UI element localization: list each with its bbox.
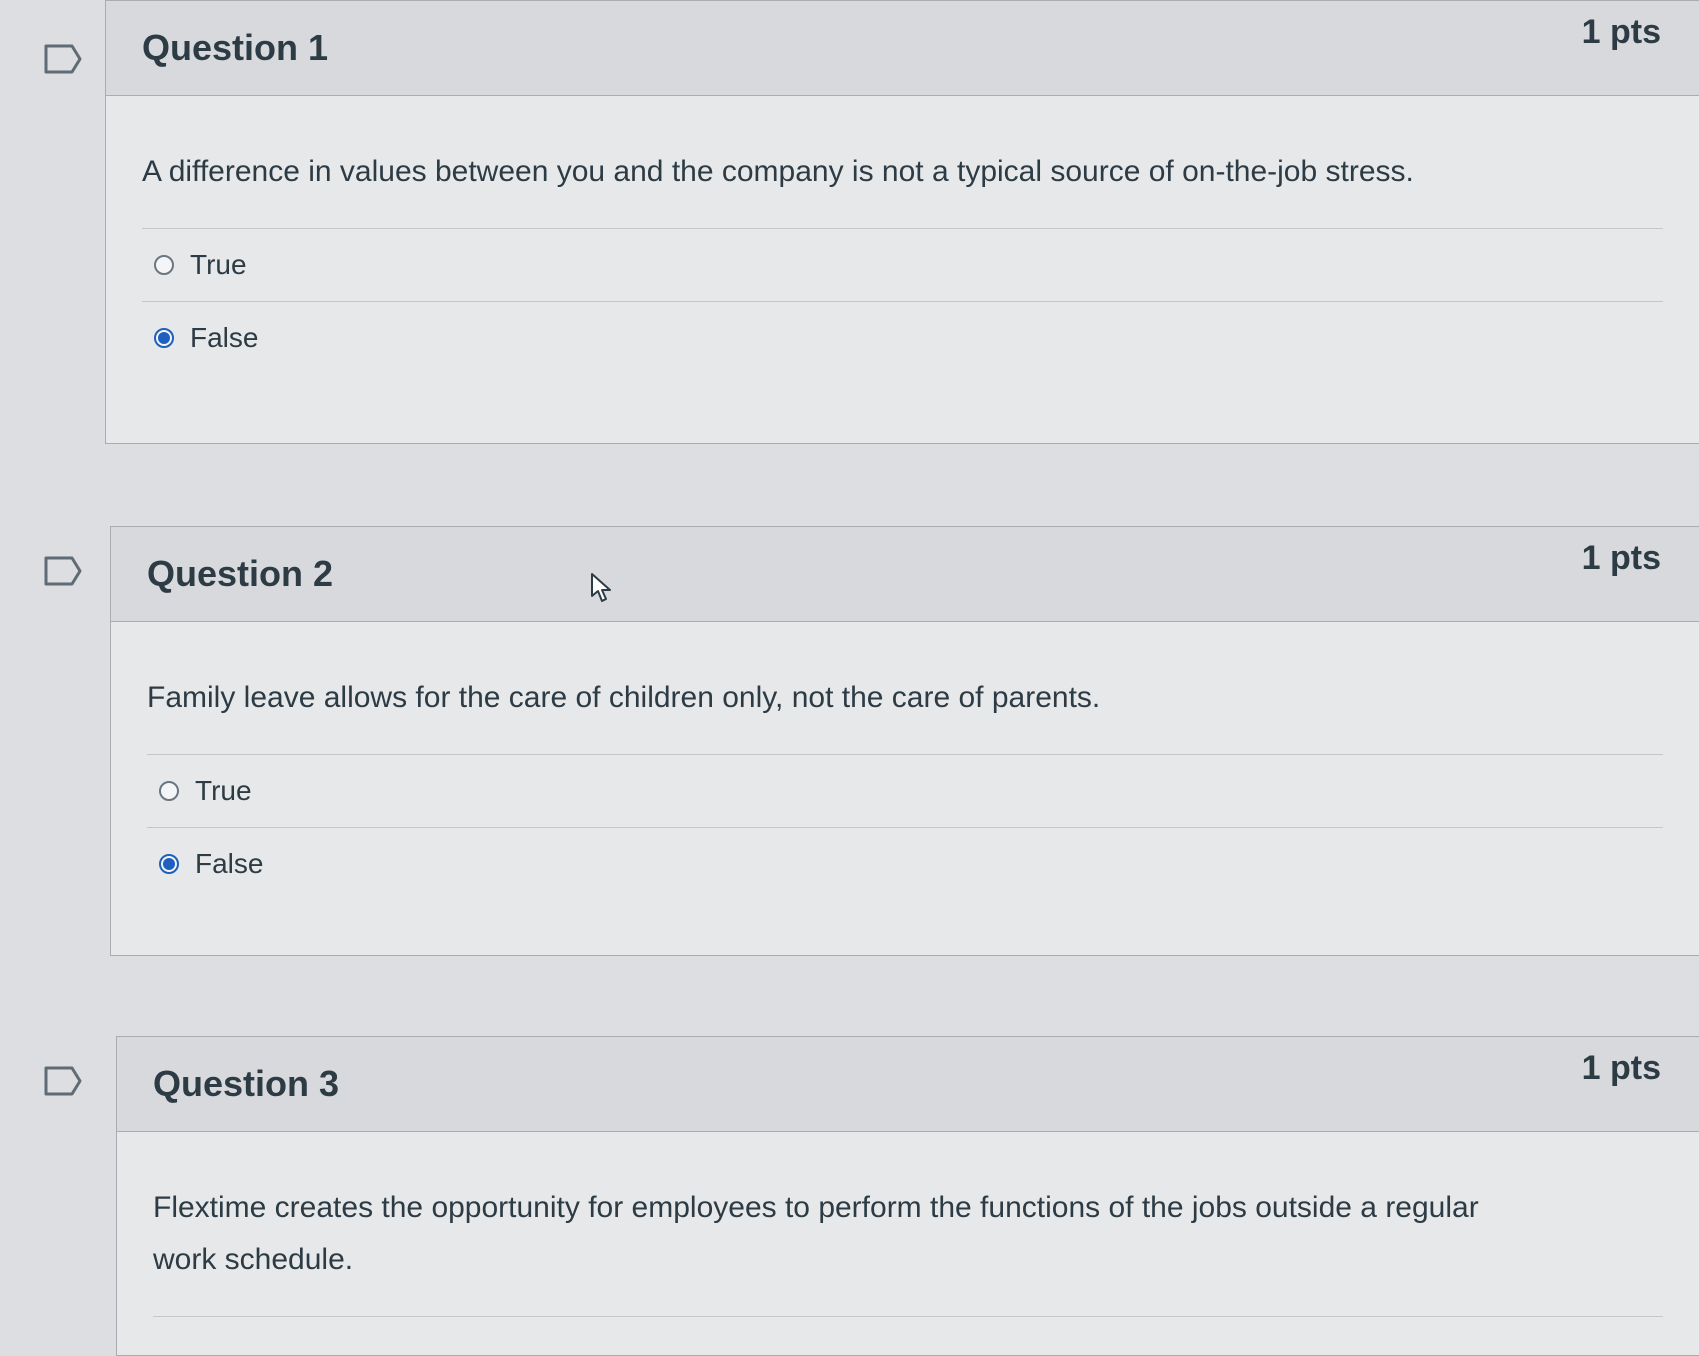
answer-label: False	[190, 322, 259, 353]
flag-question-2-icon[interactable]	[44, 556, 82, 586]
question-3-header: Question 3 1 pts	[117, 1037, 1699, 1132]
answer-label: False	[195, 848, 264, 879]
question-text: Family leave allows for the care of chil…	[147, 622, 1663, 755]
question-points: 1 pts	[1581, 13, 1661, 51]
mouse-pointer-icon	[591, 573, 611, 602]
question-text: A difference in values between you and t…	[142, 96, 1663, 229]
question-2-body: Family leave allows for the care of chil…	[111, 622, 1699, 900]
radio-button-selected[interactable]	[154, 328, 174, 348]
question-1-body: A difference in values between you and t…	[106, 96, 1699, 374]
question-2-card: Question 2 1 pts Family leave allows for…	[110, 526, 1699, 956]
answer-option-true[interactable]: True	[147, 755, 1663, 828]
question-text: Flextime creates the opportunity for emp…	[153, 1132, 1663, 1317]
answer-option-true[interactable]: True	[142, 229, 1663, 302]
radio-button[interactable]	[154, 255, 174, 275]
question-1-card: Question 1 1 pts A difference in values …	[105, 0, 1699, 444]
question-3-body: Flextime creates the opportunity for emp…	[117, 1132, 1699, 1317]
flag-question-1-icon[interactable]	[44, 44, 82, 74]
answer-label: True	[190, 249, 247, 280]
answer-option-false[interactable]: False	[147, 828, 1663, 900]
question-title: Question 2	[147, 553, 334, 594]
answer-option-false[interactable]: False	[142, 302, 1663, 374]
answer-label: True	[195, 775, 252, 806]
question-2-header: Question 2 1 pts	[111, 527, 1699, 622]
radio-button[interactable]	[159, 781, 179, 801]
question-title: Question 1	[142, 27, 329, 68]
radio-button-selected[interactable]	[159, 854, 179, 874]
question-title: Question 3	[153, 1063, 340, 1104]
question-points: 1 pts	[1581, 1049, 1661, 1087]
question-1-header: Question 1 1 pts	[106, 1, 1699, 96]
flag-question-3-icon[interactable]	[44, 1066, 82, 1096]
question-points: 1 pts	[1581, 539, 1661, 577]
question-3-card: Question 3 1 pts Flextime creates the op…	[116, 1036, 1699, 1356]
